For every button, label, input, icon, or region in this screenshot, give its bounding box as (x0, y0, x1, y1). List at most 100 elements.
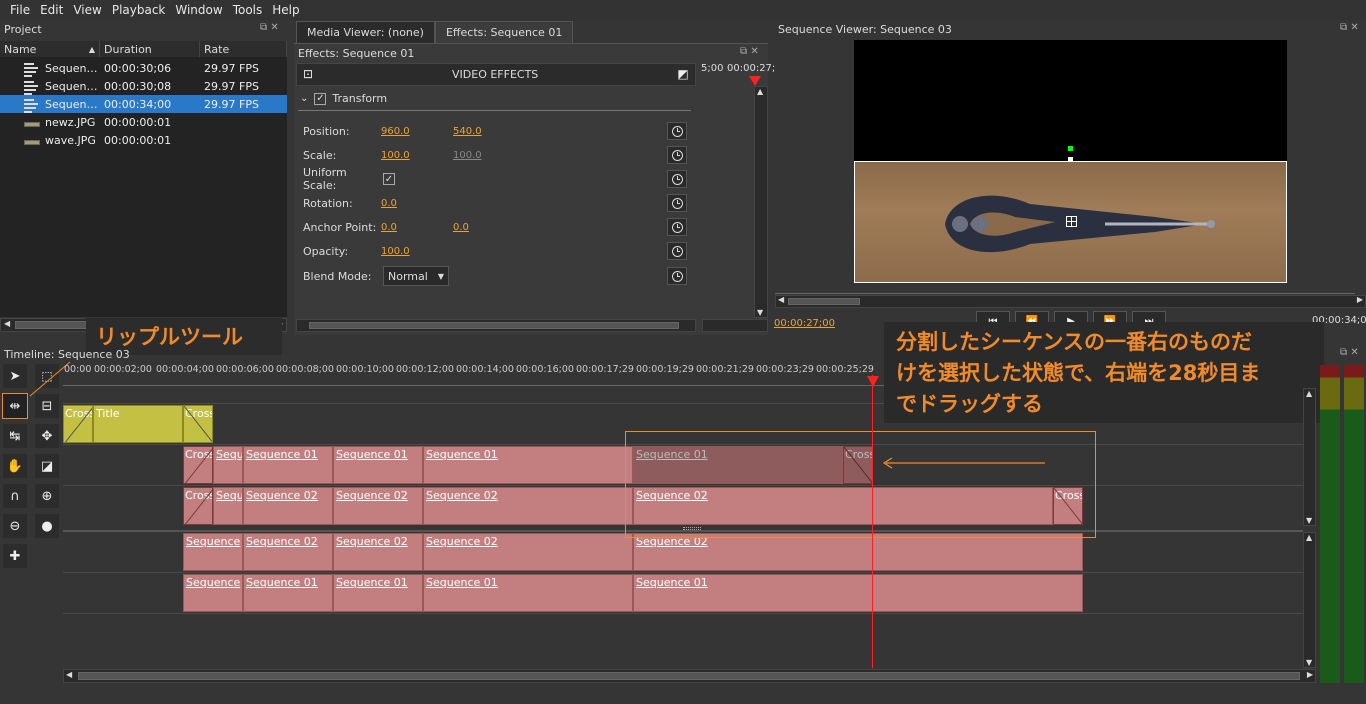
anchor-x-field[interactable]: 0.0 (381, 222, 453, 233)
position-row: Position: 960.0 540.0 (303, 124, 482, 138)
blend-mode-select[interactable]: Normal ▼ (383, 266, 449, 286)
razor-tool-icon[interactable]: ↹ (3, 424, 27, 448)
transition-tool-icon[interactable]: ◪ (35, 454, 59, 478)
anchor-y-field[interactable]: 0.0 (453, 222, 469, 233)
sequence-clip[interactable]: Sequence 02 (333, 487, 423, 525)
menu-help[interactable]: Help (267, 3, 304, 17)
audio-clip[interactable]: Sequence 02 (333, 533, 423, 571)
column-name[interactable]: Name ▲ (0, 41, 100, 57)
effects-window-buttons[interactable]: ⧉ ✕ (740, 46, 759, 57)
viewer-window-buttons[interactable]: ⧉ ✕ (1340, 22, 1359, 33)
position-y-field[interactable]: 540.0 (453, 126, 482, 137)
scroll-left-icon[interactable]: ◀ (4, 319, 10, 328)
menu-file[interactable]: File (0, 3, 35, 17)
transition-clip[interactable]: Cross (183, 405, 213, 443)
tab-media-viewer[interactable]: Media Viewer: (none) (296, 21, 435, 43)
position-x-field[interactable]: 960.0 (381, 126, 453, 137)
sequence-clip[interactable]: Sequence 02 (243, 487, 333, 525)
keyframe-rotation-icon[interactable] (667, 194, 687, 212)
sequence-clip[interactable]: Sequence 01 (333, 446, 423, 484)
sequence-clip[interactable]: Sequence 01 (423, 446, 633, 484)
column-rate[interactable]: Rate (200, 41, 287, 57)
transition-clip[interactable]: Cross (183, 446, 213, 484)
rotate-handle[interactable] (1068, 146, 1073, 151)
chevron-down-icon[interactable]: ⌄ (300, 93, 308, 104)
rotation-field[interactable]: 0.0 (381, 198, 397, 209)
tab-effects[interactable]: Effects: Sequence 01 (434, 21, 574, 43)
project-row[interactable]: wave.JPG 00:00:00:01 (0, 131, 287, 149)
viewer-hscrollbar[interactable]: ◀ ▶ (775, 295, 1366, 308)
keyframe-blend-icon[interactable] (667, 267, 687, 285)
audio-clip[interactable]: Sequence 01 (423, 574, 633, 612)
zoom-in-icon[interactable]: ⊕ (35, 484, 59, 508)
add-track-icon[interactable]: ✚ (3, 544, 27, 568)
menu-tools[interactable]: Tools (228, 3, 268, 17)
effects-hscrollbar[interactable] (296, 319, 696, 332)
ruler-label: 00:00:12;00 (396, 364, 454, 375)
zoom-out-icon[interactable]: ⊖ (3, 514, 27, 538)
audio-clip[interactable]: Sequence 02 (423, 533, 633, 571)
instruction-line-3: でドラッグする (896, 392, 1043, 416)
sequence-clip[interactable]: Sequence (213, 446, 243, 484)
transform-center-handle[interactable] (1066, 216, 1077, 227)
transform-checkbox[interactable]: ✓ (314, 92, 327, 105)
transition-clip[interactable]: Cross (183, 487, 213, 525)
keyframe-scale-icon[interactable] (667, 146, 687, 164)
audio-clip[interactable]: Sequence 01 (633, 574, 1083, 612)
project-row-selected[interactable]: Sequen… 00:00:34;00 29.97 FPS (0, 95, 287, 113)
keyframe-opacity-icon[interactable] (667, 242, 687, 260)
scale-y-field[interactable]: 100.0 (453, 150, 482, 161)
title-clip[interactable]: Title (93, 405, 183, 443)
add-transition-icon[interactable]: ◩ (672, 64, 694, 84)
menu-view[interactable]: View (68, 3, 106, 17)
menu-edit[interactable]: Edit (35, 3, 68, 17)
menu-playback[interactable]: Playback (107, 3, 171, 17)
slip-tool-icon[interactable]: ✥ (35, 424, 59, 448)
viewer-current-time[interactable]: 00:00:27;00 (774, 318, 835, 329)
audio-clip[interactable]: Sequence 01 (243, 574, 333, 612)
timeline-window-buttons[interactable]: ⧉ ✕ (1340, 347, 1359, 358)
instruction-line-2: けを選択した状態で、右端を28秒目ま (896, 361, 1261, 385)
dropdown-arrow-icon: ▼ (437, 271, 444, 281)
record-icon[interactable]: ● (35, 514, 59, 538)
timeline-playhead[interactable] (872, 375, 873, 668)
transition-clip[interactable]: Cross (63, 405, 93, 443)
keyframe-uniform-icon[interactable] (667, 170, 687, 188)
keyframe-anchor-icon[interactable] (667, 218, 687, 236)
project-row[interactable]: newz.JPG 00:00:00:01 (0, 113, 287, 131)
opacity-field[interactable]: 100.0 (381, 246, 410, 257)
video-effects-label: VIDEO EFFECTS (452, 68, 539, 81)
effects-keyframe-hscrollbar[interactable] (702, 319, 768, 332)
sequence-clip[interactable]: Sequence (213, 487, 243, 525)
audio-clip[interactable]: Sequence 01 (333, 574, 423, 612)
snap-magnet-icon[interactable]: ∩ (3, 484, 27, 508)
audio-clip[interactable]: Sequence (183, 574, 243, 612)
effects-title: Effects: Sequence 01 (298, 47, 415, 60)
hand-tool-icon[interactable]: ✋ (3, 454, 27, 478)
audio-clip[interactable]: Sequence (183, 533, 243, 571)
sequence-clip[interactable]: Sequence 02 (423, 487, 633, 525)
audio-clip[interactable]: Sequence 02 (633, 533, 1083, 571)
menu-window[interactable]: Window (170, 3, 227, 17)
effects-timecode-left: 5;00 (701, 63, 724, 74)
audio-clip[interactable]: Sequence 02 (243, 533, 333, 571)
column-duration[interactable]: Duration (100, 41, 200, 57)
uniform-scale-checkbox[interactable]: ✓ (383, 173, 395, 185)
viewer-canvas[interactable] (854, 40, 1287, 283)
project-row[interactable]: Sequen… 00:00:30;06 29.97 FPS (0, 59, 287, 77)
panel-window-buttons[interactable]: ⧉ ✕ (260, 22, 279, 33)
scale-x-field[interactable]: 100.0 (381, 150, 453, 161)
timeline-hscrollbar[interactable]: ◀ ▶ (63, 669, 1316, 683)
add-effect-icon[interactable]: ⊡ (297, 64, 319, 84)
effects-vscrollbar[interactable]: ▲ ▼ (754, 86, 768, 318)
project-row[interactable]: Sequen… 00:00:30;08 29.97 FPS (0, 77, 287, 95)
sort-arrow-icon: ▲ (88, 45, 95, 54)
top-handle[interactable] (1068, 157, 1073, 162)
ruler-label: 00:00:04;00 (156, 364, 214, 375)
transform-section[interactable]: ⌄ ✓ Transform (300, 92, 387, 105)
video-tracks-vscrollbar[interactable]: ▲ ▼ (1303, 388, 1316, 526)
playhead-marker-icon[interactable] (867, 376, 879, 387)
audio-tracks-vscrollbar[interactable]: ▲ ▼ (1303, 532, 1316, 668)
sequence-clip[interactable]: Sequence 01 (243, 446, 333, 484)
keyframe-position-icon[interactable] (667, 122, 687, 140)
